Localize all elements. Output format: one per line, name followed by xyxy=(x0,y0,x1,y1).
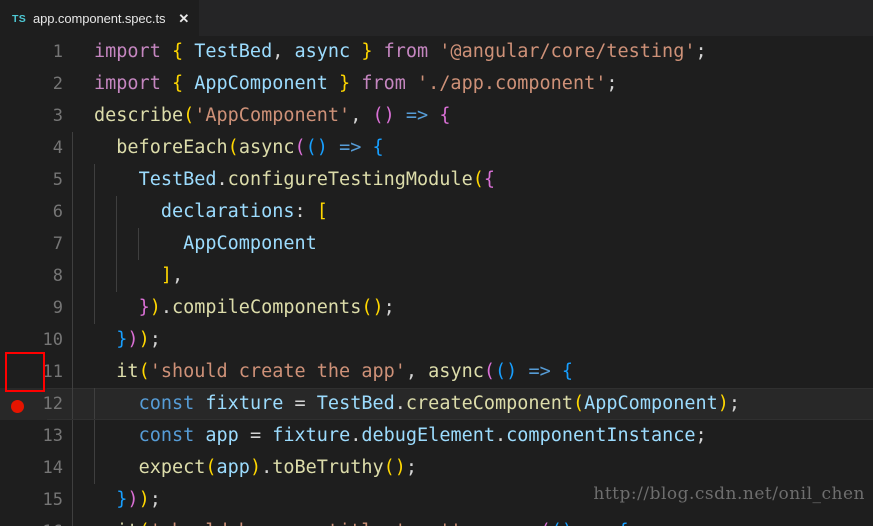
line-number: 9 xyxy=(52,298,63,318)
line-number: 13 xyxy=(42,426,63,446)
line-number: 14 xyxy=(42,458,63,478)
code-line-content: TestBed.configureTestingModule({ xyxy=(72,164,873,196)
tab-filename-label: app.component.spec.ts xyxy=(33,11,166,26)
line-number: 11 xyxy=(42,362,63,382)
code-line[interactable]: 11 it('should create the app', async(() … xyxy=(0,356,873,388)
code-line-active[interactable]: 12 const fixture = TestBed.createCompone… xyxy=(0,388,873,420)
code-line[interactable]: 1 import { TestBed, async } from '@angul… xyxy=(0,36,873,68)
code-line[interactable]: 3 describe('AppComponent', () => { xyxy=(0,100,873,132)
code-line[interactable]: 14 expect(app).toBeTruthy(); xyxy=(0,452,873,484)
code-line-content: describe('AppComponent', () => { xyxy=(94,105,451,126)
code-line[interactable]: 16 it('should have as title 'app'', asyn… xyxy=(0,516,873,526)
line-number: 2 xyxy=(52,74,63,94)
code-line-content: const app = fixture.debugElement.compone… xyxy=(72,420,873,452)
code-line-content: ], xyxy=(72,260,873,292)
code-line[interactable]: 2 import { AppComponent } from './app.co… xyxy=(0,68,873,100)
line-number: 8 xyxy=(52,266,63,286)
editor-tab-bar: TS app.component.spec.ts ✕ xyxy=(0,0,873,36)
breakpoint-icon[interactable] xyxy=(11,400,24,413)
code-line[interactable]: 10 })); xyxy=(0,324,873,356)
code-line[interactable]: 8 ], xyxy=(0,260,873,292)
close-icon[interactable]: ✕ xyxy=(178,12,189,25)
line-number: 15 xyxy=(42,490,63,510)
tab-app-component-spec[interactable]: TS app.component.spec.ts ✕ xyxy=(0,0,200,36)
code-line[interactable]: 9 }).compileComponents(); xyxy=(0,292,873,324)
code-line-content: }).compileComponents(); xyxy=(72,292,873,324)
line-number: 7 xyxy=(52,234,63,254)
code-line-content: it('should have as title 'app'', async((… xyxy=(72,516,873,526)
code-line-content: declarations: [ xyxy=(72,196,873,228)
vscode-editor-window: TS app.component.spec.ts ✕ 1 import { Te… xyxy=(0,0,873,526)
typescript-file-icon: TS xyxy=(12,12,27,25)
line-number: 4 xyxy=(52,138,63,158)
code-line[interactable]: 6 declarations: [ xyxy=(0,196,873,228)
code-line-content: import { TestBed, async } from '@angular… xyxy=(94,41,707,62)
line-number: 5 xyxy=(52,170,63,190)
code-line[interactable]: 15 })); xyxy=(0,484,873,516)
code-line-content: })); xyxy=(72,324,873,356)
code-line-content: AppComponent xyxy=(72,228,873,260)
code-editor-area[interactable]: 1 import { TestBed, async } from '@angul… xyxy=(0,36,873,526)
code-line-content: const fixture = TestBed.createComponent(… xyxy=(72,388,873,420)
code-line[interactable]: 13 const app = fixture.debugElement.comp… xyxy=(0,420,873,452)
code-line[interactable]: 7 AppComponent xyxy=(0,228,873,260)
code-line-content: beforeEach(async(() => { xyxy=(72,132,873,164)
code-line-content: expect(app).toBeTruthy(); xyxy=(72,452,873,484)
code-line-content: import { AppComponent } from './app.comp… xyxy=(94,73,618,94)
line-number: 10 xyxy=(42,330,63,350)
line-number: 1 xyxy=(52,42,63,62)
code-line[interactable]: 4 beforeEach(async(() => { xyxy=(0,132,873,164)
code-line[interactable]: 5 TestBed.configureTestingModule({ xyxy=(0,164,873,196)
line-number: 6 xyxy=(52,202,63,222)
code-line-content: it('should create the app', async(() => … xyxy=(72,356,873,388)
line-number: 16 xyxy=(0,522,72,526)
code-line-content: })); xyxy=(72,484,873,516)
line-number: 3 xyxy=(52,106,63,126)
